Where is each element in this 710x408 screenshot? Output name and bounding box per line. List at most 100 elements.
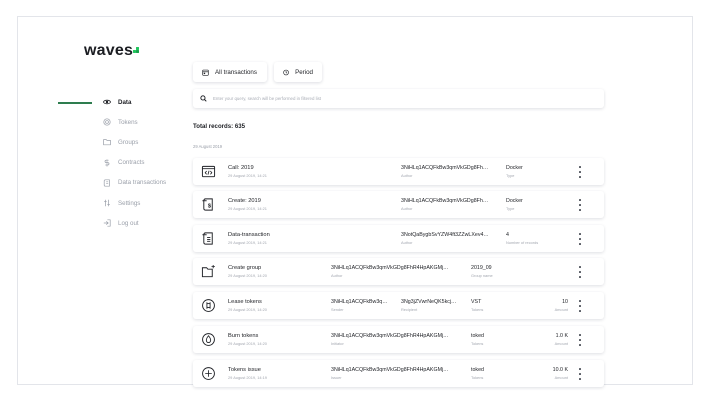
transaction-date: 29 August 2019, 14:21 [228,173,267,178]
amount-column: 10.0 K Amount [553,367,568,381]
sidebar-item-logout[interactable]: Log out [102,213,192,233]
more-options-icon[interactable] [578,266,582,278]
issuer-column: 3NiHLq1ACQFkBw3qmVkGDg8FhR4HpAKGMj… Issu… [331,367,448,381]
transaction-row-call[interactable]: Call: 2019 29 August 2019, 14:21 3NiHLq1… [193,158,604,185]
sidebar-item-label: Contracts [118,159,145,167]
type-column: Docker Type [506,198,523,212]
create-icon: $ [201,197,216,212]
author-value: 3NiHLq1ACQFkBw3qmVkGDg8Fh… [401,198,489,204]
type-label: Type [506,206,515,211]
search-icon [200,95,207,102]
transaction-title: Create: 2019 [228,198,261,204]
records-label: Number of records [506,240,539,245]
type-value: Docker [506,165,523,171]
group-name-column: 2019_09 Group name [471,265,493,279]
code-icon [201,164,216,179]
sidebar-item-settings[interactable]: Settings [102,193,192,213]
folder-icon [102,138,111,147]
sidebar-nav: Data Tokens Groups Contracts Data transa… [102,92,192,233]
sidebar-item-data-transactions[interactable]: Data transactions [102,173,192,193]
sidebar-item-tokens[interactable]: Tokens [102,112,192,132]
all-transactions-label: All transactions [215,68,257,76]
amount-label: Amount [554,341,568,346]
amount-value: 1.0 K [555,333,568,339]
transaction-row-create[interactable]: $ Create: 2019 29 August 2019, 14:21 3Ni… [193,191,604,218]
author-value: 3NiHLq1ACQFkBw3qmVkGDg8FhR4HpAKGMj… [331,265,449,271]
transaction-date: 29 August 2019, 14:21 [228,206,267,211]
contract-icon [102,158,111,167]
transaction-info: Call: 2019 29 August 2019, 14:21 [228,165,267,179]
amount-value: 10.0 K [552,367,568,373]
transaction-date: 29 August 2019, 14:20 [228,273,267,278]
date-group-header: 29 August 2019 [193,144,223,149]
author-column: 3NiHLq1ACQFkBw3qmVkGDg8FhR4HpAKGMj… Auth… [331,265,448,279]
sidebar-item-label: Tokens [118,118,138,126]
more-options-icon[interactable] [578,233,582,245]
transaction-title: Create group [228,265,262,271]
tokens-column: VST Tokens [471,299,483,313]
tokens-label: Tokens [471,341,484,346]
more-options-icon[interactable] [578,166,582,178]
type-label: Type [506,173,515,178]
data-transaction-icon [102,178,111,187]
transaction-date: 29 August 2019, 14:20 [228,341,267,346]
sender-column: 3NiHLq1ACQFkBw3q… Sender [331,299,388,313]
recipient-label: Recipient [401,307,418,312]
transaction-title: Data-transaction [228,232,270,238]
sidebar-item-data[interactable]: Data [102,92,192,112]
search-input[interactable] [213,96,593,101]
records-column: 4 Number of records [506,232,538,246]
waves-logo-mark-icon [133,47,141,53]
type-value: Docker [506,198,523,204]
author-column: 3NotQaBygbSvYZW4ft3ZZwLXev4… Author [401,232,489,246]
sidebar-item-groups[interactable]: Groups [102,132,192,152]
transaction-info: Tokens issue 29 August 2019, 14:19 [228,367,267,381]
author-column: 3NiHLq1ACQFkBw3qmVkGDg8Fh… Author [401,198,488,212]
tokens-value: VST [471,299,482,305]
transaction-row-create-group[interactable]: Create group 29 August 2019, 14:20 3NiHL… [193,258,604,285]
transaction-title: Lease tokens [228,299,262,305]
transaction-row-lease[interactable]: Lease tokens 29 August 2019, 14:20 3NiHL… [193,292,604,319]
folder-plus-icon [201,264,216,279]
transaction-date: 29 August 2019, 14:21 [228,240,267,245]
transaction-row-burn[interactable]: Burn tokens 29 August 2019, 14:20 3NiHLq… [193,326,604,353]
more-options-icon[interactable] [578,300,582,312]
more-options-icon[interactable] [578,199,582,211]
transaction-row-data[interactable]: Data-transaction 29 August 2019, 14:21 3… [193,225,604,252]
logout-icon [102,219,111,228]
author-label: Author [331,273,343,278]
period-label: Period [295,68,313,76]
initiator-value: 3NiHLq1ACQFkBw3qmVkGDg8FhR4HpAKGMj… [331,333,449,339]
tokens-label: Tokens [471,307,484,312]
more-options-icon[interactable] [578,334,582,346]
tokens-column: toked Tokens [471,367,484,381]
transaction-date: 29 August 2019, 14:19 [228,375,267,380]
amount-label: Amount [554,375,568,380]
search-bar[interactable] [193,89,604,108]
transaction-title: Burn tokens [228,333,259,339]
issuer-value: 3NiHLq1ACQFkBw3qmVkGDg8FhR4HpAKGMj… [331,367,449,373]
more-options-icon[interactable] [578,368,582,380]
recipient-value: 3Ng3jZVwrNeQK5kcj… [401,299,457,305]
sidebar-item-label: Settings [118,199,141,207]
tokens-value: toked [471,333,484,339]
initiator-column: 3NiHLq1ACQFkBw3qmVkGDg8FhR4HpAKGMj… Init… [331,333,448,347]
sender-value: 3NiHLq1ACQFkBw3q… [331,299,388,305]
sidebar-item-contracts[interactable]: Contracts [102,153,192,173]
issuer-label: Issuer [331,375,342,380]
period-button[interactable]: Period [274,62,322,82]
calendar-icon [202,69,209,76]
all-transactions-button[interactable]: All transactions [193,62,267,82]
transaction-info: Create: 2019 29 August 2019, 14:21 [228,198,267,212]
transaction-title: Call: 2019 [228,165,254,171]
author-label: Author [401,173,413,178]
author-label: Author [401,206,413,211]
sidebar-item-label: Groups [118,138,139,146]
transaction-date: 29 August 2019, 14:20 [228,307,267,312]
tokens-column: toked Tokens [471,333,484,347]
waves-logo[interactable]: waves [84,42,133,60]
recipient-column: 3Ng3jZVwrNeQK5kcj… Recipient [401,299,456,313]
transaction-info: Create group 29 August 2019, 14:20 [228,265,267,279]
token-icon [102,118,111,127]
transaction-row-issue[interactable]: Tokens issue 29 August 2019, 14:19 3NiHL… [193,360,604,387]
